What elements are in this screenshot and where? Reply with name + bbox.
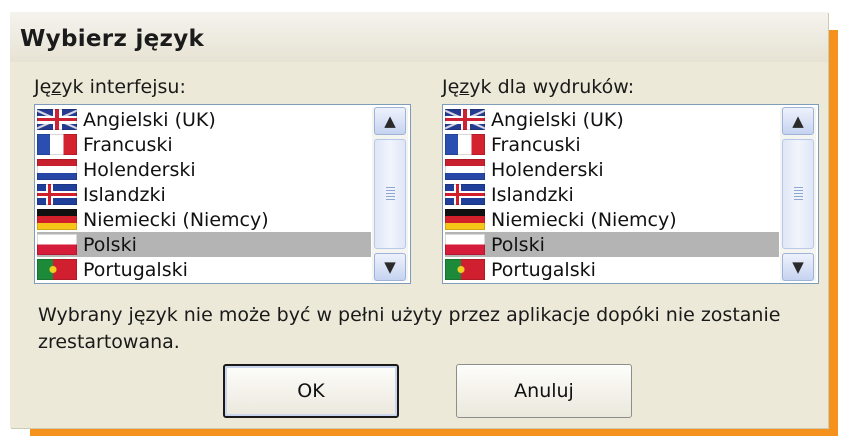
chevron-down-icon: ▼ <box>384 258 396 276</box>
list-item-angielski-uk[interactable]: Angielski (UK) <box>445 107 779 132</box>
scroll-thumb[interactable] <box>374 139 406 249</box>
list-item-label: Islandzki <box>491 183 574 206</box>
flag-netherlands-icon <box>445 159 485 180</box>
scroll-up-button[interactable]: ▲ <box>782 107 814 135</box>
list-item-label: Angielski (UK) <box>491 108 624 131</box>
print-language-list[interactable]: Angielski (UK) Francuski Holenderski Isl… <box>442 104 819 284</box>
list-item-portugalski[interactable]: Portugalski <box>37 257 371 282</box>
ok-button[interactable]: OK <box>223 364 399 418</box>
flag-iceland-icon <box>37 184 77 205</box>
flag-poland-icon <box>37 234 77 255</box>
flag-uk-icon <box>37 109 77 130</box>
interface-language-list[interactable]: Angielski (UK) Francuski Holenderski Isl… <box>34 104 411 284</box>
grip-icon <box>794 187 803 200</box>
list-item-islandzki[interactable]: Islandzki <box>37 182 371 207</box>
scroll-down-button[interactable]: ▼ <box>374 253 406 281</box>
list-item-label: Polski <box>83 233 137 256</box>
list-item-label: Portugalski <box>491 258 596 281</box>
list-item-polski-selected[interactable]: Polski <box>445 232 779 257</box>
chevron-up-icon: ▲ <box>384 112 396 130</box>
list-item-francuski[interactable]: Francuski <box>445 132 779 157</box>
list-item-label: Portugalski <box>83 258 188 281</box>
interface-language-label: Język interfejsu: <box>34 76 186 98</box>
list-item-holenderski[interactable]: Holenderski <box>445 157 779 182</box>
flag-portugal-icon <box>445 259 485 280</box>
chevron-up-icon: ▲ <box>792 112 804 130</box>
interface-list-scrollbar[interactable]: ▲ ▼ <box>372 107 408 281</box>
flag-france-icon <box>37 134 77 155</box>
scroll-up-button[interactable]: ▲ <box>374 107 406 135</box>
list-item-label: Niemiecki (Niemcy) <box>83 208 269 231</box>
print-list-scrollbar[interactable]: ▲ ▼ <box>780 107 816 281</box>
scroll-down-button[interactable]: ▼ <box>782 253 814 281</box>
flag-poland-icon <box>445 234 485 255</box>
list-item-label: Islandzki <box>83 183 166 206</box>
list-item-label: Francuski <box>491 133 581 156</box>
grip-icon <box>386 187 395 200</box>
chevron-down-icon: ▼ <box>792 258 804 276</box>
flag-portugal-icon <box>37 259 77 280</box>
list-item-label: Niemiecki (Niemcy) <box>491 208 677 231</box>
list-item-label: Angielski (UK) <box>83 108 216 131</box>
list-item-portugalski[interactable]: Portugalski <box>445 257 779 282</box>
list-item-niemiecki[interactable]: Niemiecki (Niemcy) <box>445 207 779 232</box>
flag-uk-icon <box>445 109 485 130</box>
list-item-niemiecki[interactable]: Niemiecki (Niemcy) <box>37 207 371 232</box>
list-item-francuski[interactable]: Francuski <box>37 132 371 157</box>
flag-germany-icon <box>37 209 77 230</box>
flag-france-icon <box>445 134 485 155</box>
list-item-label: Francuski <box>83 133 173 156</box>
language-dialog: Wybierz język Język interfejsu: Angielsk… <box>10 12 828 428</box>
list-item-islandzki[interactable]: Islandzki <box>445 182 779 207</box>
title-bar: Wybierz język <box>10 12 828 62</box>
restart-warning-message: Wybrany język nie może być w pełni użyty… <box>38 304 781 353</box>
list-item-holenderski[interactable]: Holenderski <box>37 157 371 182</box>
dialog-title: Wybierz język <box>20 26 205 52</box>
list-item-label: Holenderski <box>491 158 604 181</box>
flag-netherlands-icon <box>37 159 77 180</box>
scroll-thumb[interactable] <box>782 139 814 249</box>
list-item-label: Polski <box>491 233 545 256</box>
list-item-label: Holenderski <box>83 158 196 181</box>
cancel-button[interactable]: Anuluj <box>456 364 632 418</box>
flag-germany-icon <box>445 209 485 230</box>
list-item-angielski-uk[interactable]: Angielski (UK) <box>37 107 371 132</box>
list-item-polski-selected[interactable]: Polski <box>37 232 371 257</box>
flag-iceland-icon <box>445 184 485 205</box>
print-language-label: Język dla wydruków: <box>442 76 635 98</box>
